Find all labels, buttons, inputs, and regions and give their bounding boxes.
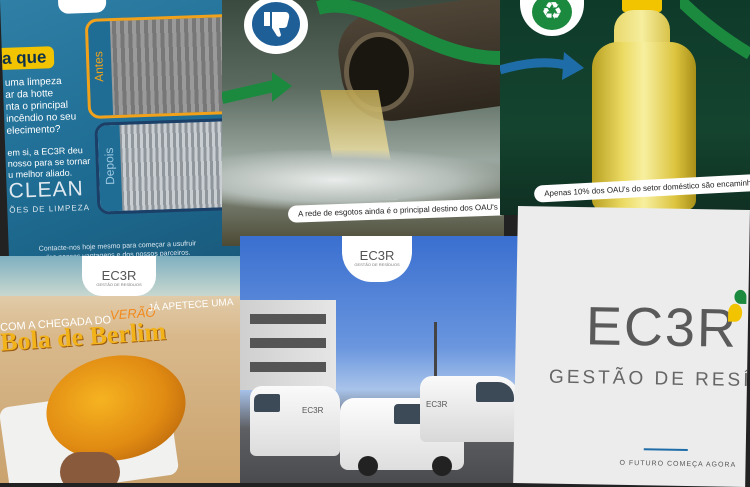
van-right: EC3R bbox=[420, 376, 520, 442]
ec3r-logo-badge: EC3R GESTÃO DE RESÍDUOS bbox=[82, 256, 156, 296]
ec3r-logo: EC3R bbox=[585, 296, 739, 359]
logo-subtitle: GESTÃO DE RESÍDUOS bbox=[96, 282, 142, 287]
van-left: EC3R bbox=[250, 386, 340, 456]
before-label: Antes bbox=[91, 51, 107, 83]
body-text: uma limpeza ar da hotte nta o principal … bbox=[4, 75, 77, 137]
hand bbox=[60, 452, 120, 483]
oil-bottle-post: ♻ Apenas 10% dos OAU's do setor doméstic… bbox=[500, 0, 750, 215]
logo-text: EC3R bbox=[359, 248, 395, 263]
after-photo: Depois bbox=[94, 117, 244, 215]
logo-subtitle: GESTÃO DE RESÍDUOS bbox=[354, 262, 400, 267]
logo-text: EC3R bbox=[101, 268, 137, 283]
sewage-post: A rede de esgotos ainda é o principal de… bbox=[222, 0, 504, 246]
after-label: Depois bbox=[101, 147, 118, 186]
vans-photo-post: EC3R GESTÃO DE RESÍDUOS EC3R EC3R bbox=[240, 236, 520, 483]
building bbox=[240, 300, 336, 390]
blue-arrow bbox=[500, 52, 584, 80]
recycle-icon: ♻ bbox=[520, 0, 584, 36]
logo-drops bbox=[728, 289, 749, 330]
mid-text: em si, a EC3R deu nosso para se tornar u… bbox=[7, 145, 91, 180]
divider bbox=[643, 448, 688, 451]
van-logo: EC3R bbox=[426, 400, 448, 409]
ec3r-logo-badge bbox=[57, 0, 107, 14]
brand-subtitle: ÕES DE LIMPEZA bbox=[9, 202, 91, 215]
headline-part2: já apetece uma bbox=[147, 297, 234, 314]
hotte-cleaning-post: a que uma limpeza ar da hotte nta o prin… bbox=[0, 0, 244, 268]
bola-de-berlim-post: EC3R GESTÃO DE RESÍDUOS com a chegada do… bbox=[0, 256, 244, 483]
brand-name: CLEAN bbox=[8, 177, 85, 203]
before-photo: Antes bbox=[84, 13, 244, 119]
tagline: GESTÃO DE RESÍDU bbox=[548, 366, 750, 392]
ec3r-logo-post: EC3R GESTÃO DE RESÍDU O FUTURO COMEÇA AG… bbox=[513, 206, 750, 487]
slogan: O FUTURO COMEÇA AGORA bbox=[619, 459, 737, 469]
van-logo: EC3R bbox=[302, 406, 324, 415]
ec3r-logo-badge: EC3R GESTÃO DE RESÍDUOS bbox=[342, 236, 412, 282]
headline: a que bbox=[0, 46, 55, 71]
